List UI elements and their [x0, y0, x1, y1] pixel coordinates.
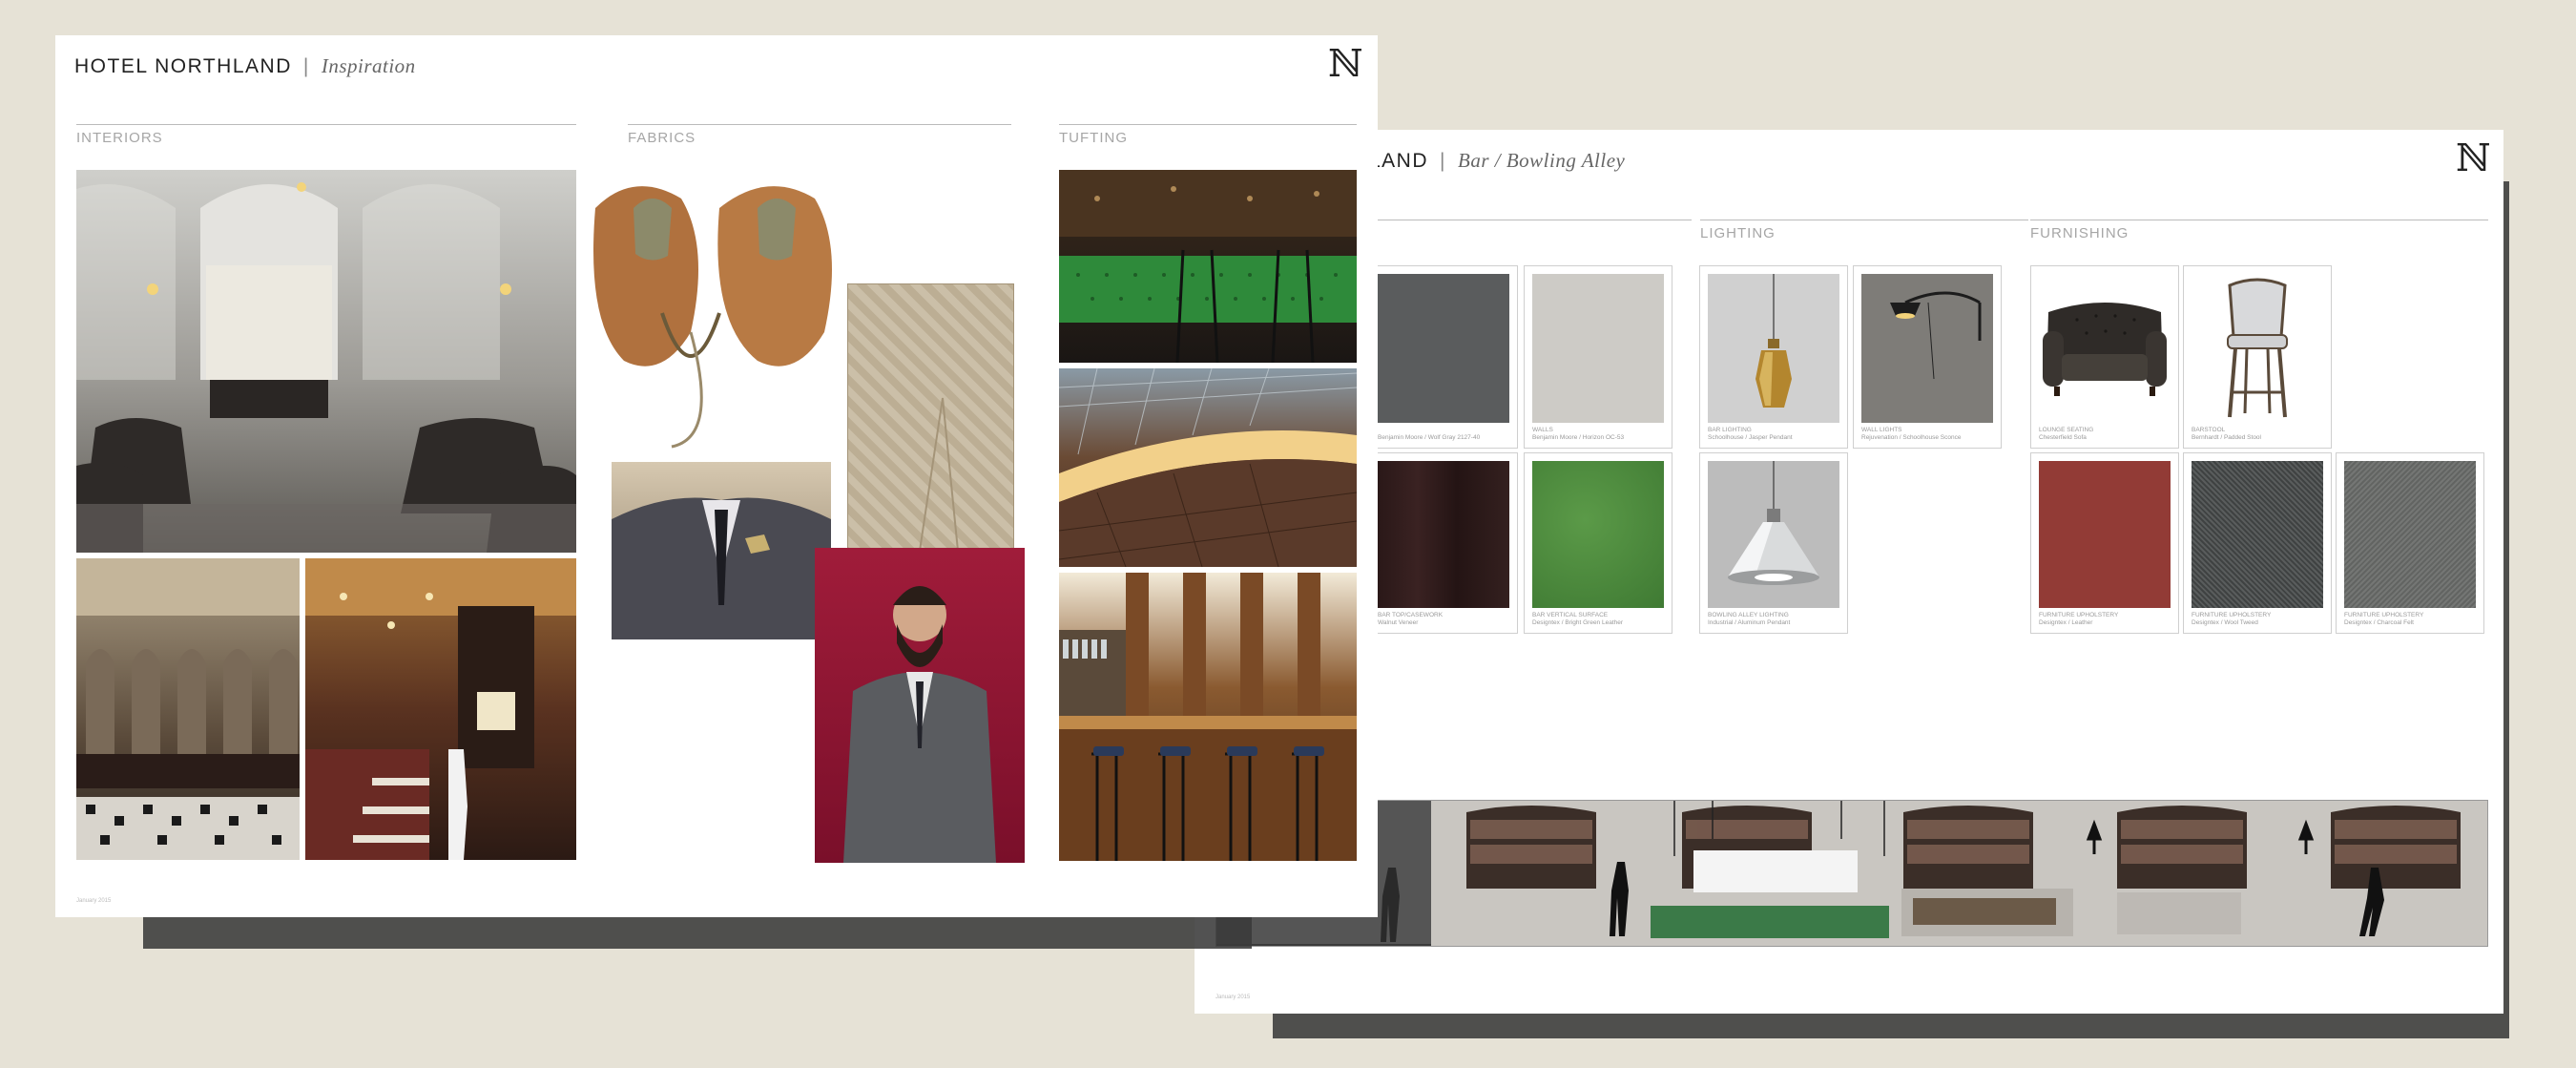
inspiration-board-footer: January 2015: [76, 898, 112, 904]
tufting-wood-bar-photo: [1059, 573, 1357, 861]
tile-caption: BAR VERTICAL SURFACE Designtex / Bright G…: [1532, 612, 1624, 626]
tile-caption: BARSTOOL Bernhardt / Padded Stool: [2192, 427, 2261, 441]
bar-elevation-rendering: [1215, 800, 2488, 947]
inspiration-board-title: HOTEL NORTHLAND: [74, 55, 292, 77]
chesterfield-sofa-icon: [2039, 274, 2171, 423]
bar-board-title: LAND: [1369, 150, 1429, 172]
tile-caption: FURNITURE UPHOLSTERY Designtex / Charcoal…: [2344, 612, 2424, 626]
section-label-lighting: LIGHTING: [1700, 225, 1776, 241]
header-separator: |: [302, 55, 310, 77]
material-tile-wall-paint[interactable]: Benjamin Moore / Wolf Gray 2127-40: [1369, 265, 1518, 449]
wall-sconce-icon: [1861, 274, 1993, 423]
interiors-bar-hall-photo: [76, 170, 576, 553]
section-label-furnishing: FURNISHING: [2030, 225, 2129, 241]
swatch-charcoal-felt: [2344, 461, 2476, 608]
swatch-walls: [1532, 274, 1664, 423]
tufting-arched-ceiling-photo: [1059, 368, 1357, 567]
interiors-ornate-bar-photo: [76, 558, 300, 860]
swatch-tweed: [2192, 461, 2323, 608]
swatch-green-leather: [1532, 461, 1664, 608]
bar-board-footer: January 2015: [1215, 995, 1251, 1000]
bar-board[interactable]: LAND | Bar / Bowling Alley ℕ LIGHTING FURN…: [1195, 130, 2503, 1014]
tile-caption: WALL LIGHTS Rejuvenation / Schoolhouse Sc…: [1861, 427, 1962, 441]
section-rule-interiors: [76, 124, 576, 125]
tile-caption: Benjamin Moore / Wolf Gray 2127-40: [1378, 434, 1481, 441]
section-rule-tufting: [1059, 124, 1357, 125]
swatch-walnut: [1378, 461, 1509, 608]
interiors-dining-room-photo: [305, 558, 576, 860]
barstool-icon: [2192, 274, 2323, 423]
fabrics-quilted-pants-photo: [847, 283, 1014, 589]
swatch-red-leather: [2039, 461, 2171, 608]
tile-caption: LOUNGE SEATING Chesterfield Sofa: [2039, 427, 2094, 441]
fabrics-tweed-man-photo: [815, 548, 1025, 863]
section-label-tufting: TUFTING: [1059, 130, 1128, 146]
section-label-fabrics: FABRICS: [628, 130, 696, 146]
inspiration-board-header: HOTEL NORTHLAND | Inspiration: [74, 54, 416, 78]
section-label-interiors: INTERIORS: [76, 130, 163, 146]
fabrics-suit-jacket-photo: [612, 462, 831, 639]
tile-caption: BOWLING ALLEY LIGHTING Industrial / Alumi…: [1708, 612, 1791, 626]
furnishing-tile-upholstery-2[interactable]: FURNITURE UPHOLSTERY Designtex / Wool Twe…: [2183, 452, 2332, 634]
inspiration-board-subtitle: Inspiration: [321, 54, 416, 77]
lighting-tile-bar[interactable]: BAR LIGHTING Schoolhouse / Jasper Pendant: [1699, 265, 1848, 449]
header-separator: |: [1440, 150, 1446, 172]
lighting-tile-bowling[interactable]: BOWLING ALLEY LIGHTING Industrial / Alumi…: [1699, 452, 1848, 634]
section-rule-fabrics: [628, 124, 1011, 125]
furnishing-tile-lounge[interactable]: LOUNGE SEATING Chesterfield Sofa: [2030, 265, 2179, 449]
tile-caption: FURNITURE UPHOLSTERY Designtex / Leather: [2039, 612, 2119, 626]
tile-caption: BAR LIGHTING Schoolhouse / Jasper Pendant: [1708, 427, 1793, 441]
tile-caption: WALLS Benjamin Moore / Horizon OC-53: [1532, 427, 1625, 441]
material-tile-bar-vertical[interactable]: BAR VERTICAL SURFACE Designtex / Bright G…: [1524, 452, 1672, 634]
furnishing-tile-upholstery-1[interactable]: FURNITURE UPHOLSTERY Designtex / Leather: [2030, 452, 2179, 634]
furnishing-tile-upholstery-3[interactable]: FURNITURE UPHOLSTERY Designtex / Charcoal…: [2336, 452, 2484, 634]
bar-board-subtitle: Bar / Bowling Alley: [1458, 149, 1626, 172]
lighting-tile-wall[interactable]: WALL LIGHTS Rejuvenation / Schoolhouse Sc…: [1853, 265, 2002, 449]
swatch-wolf-gray: [1378, 274, 1509, 423]
tile-caption: BAR TOP/CASEWORK Walnut Veneer: [1378, 612, 1444, 626]
furnishing-tile-barstool[interactable]: BARSTOOL Bernhardt / Padded Stool: [2183, 265, 2332, 449]
inspiration-board[interactable]: HOTEL NORTHLAND | Inspiration ℕ INTERIORS …: [55, 35, 1378, 917]
material-tile-bar-top[interactable]: BAR TOP/CASEWORK Walnut Veneer: [1369, 452, 1518, 634]
tile-caption: FURNITURE UPHOLSTERY Designtex / Wool Twe…: [2192, 612, 2272, 626]
bar-board-header: LAND | Bar / Bowling Alley: [1369, 149, 1625, 173]
tufting-green-banquette-photo: [1059, 170, 1357, 363]
northland-logo-icon: ℕ: [2456, 136, 2491, 180]
material-tile-walls[interactable]: WALLS Benjamin Moore / Horizon OC-53: [1524, 265, 1672, 449]
aluminum-pendant-icon: [1708, 461, 1839, 608]
northland-logo-icon: ℕ: [1328, 42, 1363, 86]
brass-pendant-icon: [1708, 274, 1839, 423]
